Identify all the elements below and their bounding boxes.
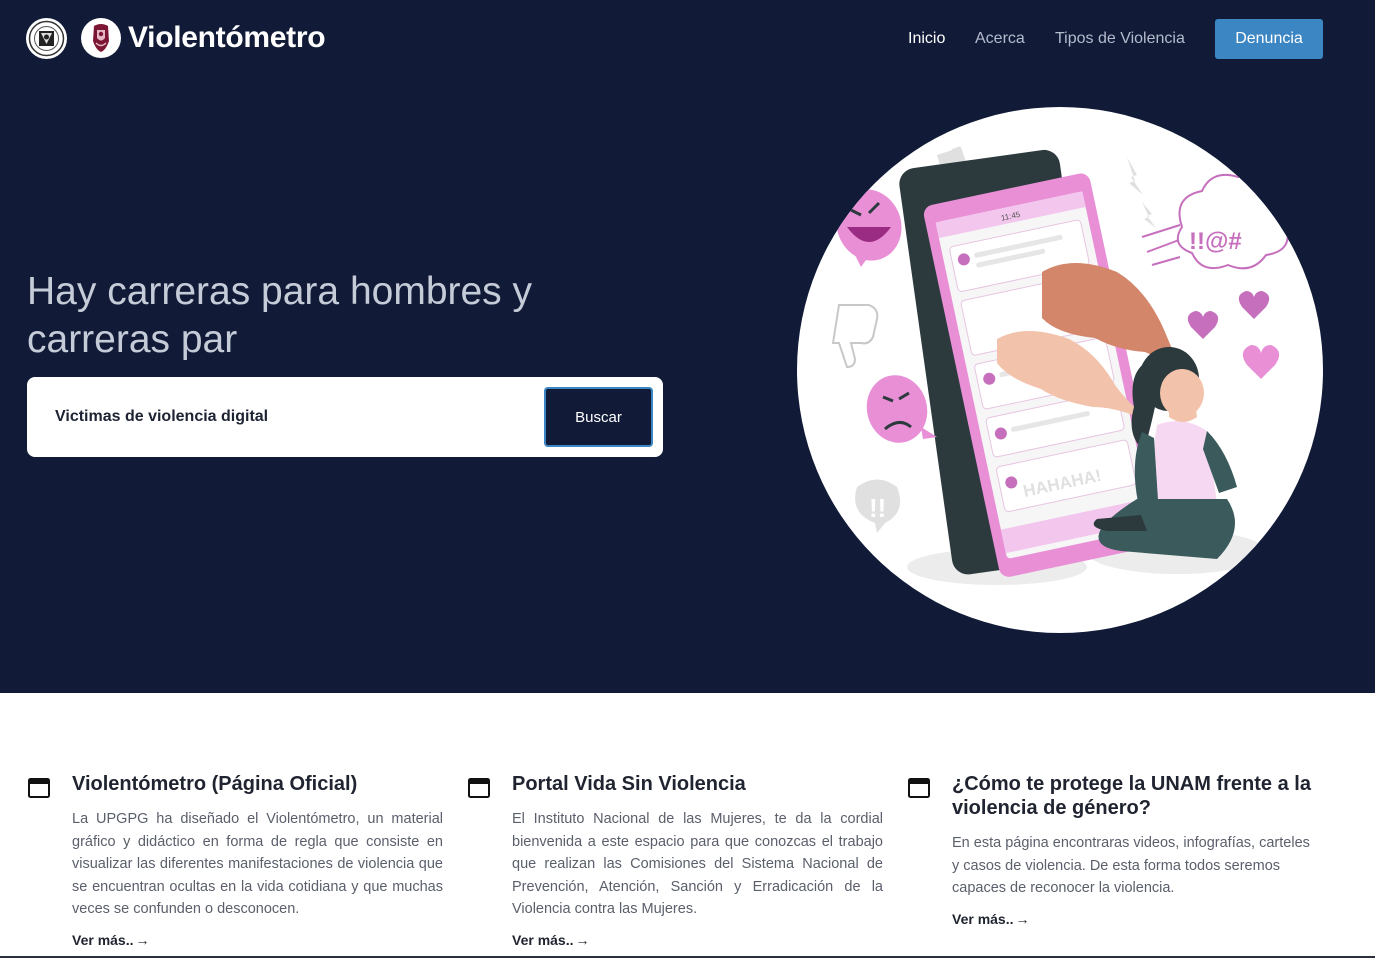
symbols-text: !!@#: [1189, 228, 1242, 255]
denuncia-button[interactable]: Denuncia: [1215, 19, 1323, 59]
browser-window-icon: [908, 778, 930, 798]
ver-mas-link[interactable]: Ver más.. →: [952, 911, 1030, 927]
brand-name[interactable]: Violentómetro: [128, 20, 326, 56]
ver-mas-link[interactable]: Ver más.. →: [72, 932, 150, 948]
hero-illustration: !! 11:45 HAHAHA! !!@#: [797, 107, 1323, 633]
card-title[interactable]: Portal Vida Sin Violencia: [512, 772, 892, 796]
card-description: La UPGPG ha diseñado el Violentómetro, u…: [72, 811, 443, 918]
digital-violence-illustration: !! 11:45 HAHAHA! !!@#: [831, 146, 1290, 585]
hero-title: Hay carreras para hombres y carreras par: [27, 270, 533, 361]
browser-window-icon: [468, 778, 490, 798]
hero-section: Violentómetro Inicio Acerca Tipos de Vio…: [0, 0, 1375, 693]
ipn-logo[interactable]: [81, 18, 121, 58]
unam-crest-icon: [28, 20, 65, 57]
buscar-button[interactable]: Buscar: [544, 387, 653, 447]
card-description: En esta página encontraras videos, infog…: [952, 835, 1310, 897]
card-title[interactable]: Violentómetro (Página Oficial): [72, 772, 452, 796]
search-input[interactable]: [55, 401, 535, 433]
browser-window-icon: [28, 778, 50, 798]
unam-logo[interactable]: [26, 18, 67, 59]
card-description: El Instituto Nacional de las Mujeres, te…: [512, 811, 883, 918]
nav-tipos-de-violencia[interactable]: Tipos de Violencia: [1055, 29, 1185, 49]
navbar: Violentómetro Inicio Acerca Tipos de Vio…: [0, 0, 1375, 78]
ipn-crest-icon: [93, 24, 109, 52]
nav-inicio[interactable]: Inicio: [908, 29, 945, 49]
nav-acerca[interactable]: Acerca: [975, 29, 1025, 49]
arrow-right-icon: →: [1015, 911, 1030, 927]
card-title[interactable]: ¿Cómo te protege la UNAM frente a la vio…: [952, 772, 1332, 820]
ver-mas-link[interactable]: Ver más.. →: [512, 932, 590, 948]
svg-text:!!: !!: [869, 493, 886, 523]
arrow-right-icon: →: [575, 932, 590, 948]
arrow-right-icon: →: [135, 932, 150, 948]
search-box: Buscar: [27, 377, 663, 457]
